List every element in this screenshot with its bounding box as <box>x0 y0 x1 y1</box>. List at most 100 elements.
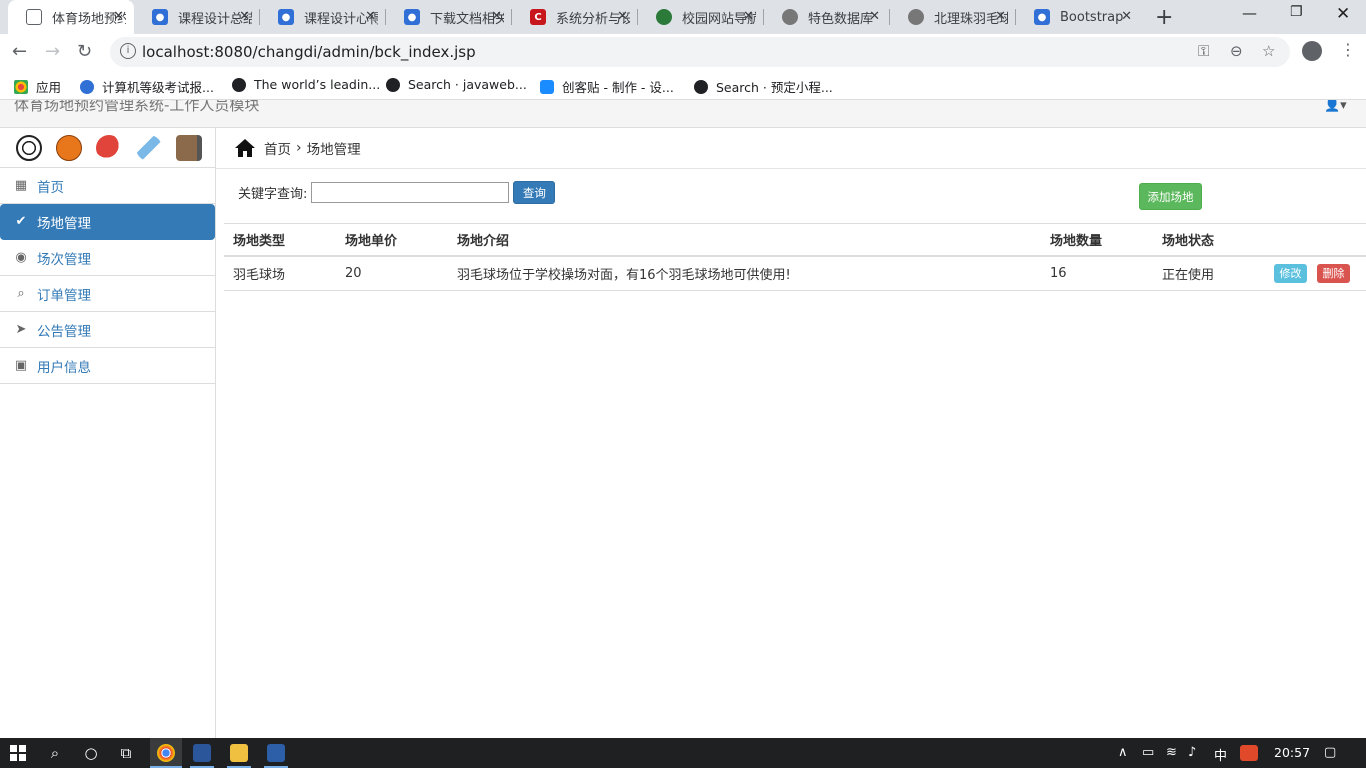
browser-tab[interactable]: 北理珠羽毛球 ✕ <box>890 0 1016 34</box>
user-dropdown-icon[interactable]: 👤▾ <box>1324 100 1347 113</box>
page-icon <box>26 9 42 25</box>
browser-tab-active[interactable]: 体育场地预约管理 ✕ <box>8 0 134 34</box>
sport-icons-row <box>0 128 215 168</box>
query-button[interactable]: 查询 <box>513 181 556 204</box>
browser-tab[interactable]: ● 下载文档相关 ✕ <box>386 0 512 34</box>
github-icon <box>694 79 708 94</box>
bookmark-item[interactable]: Search · 预定小程... <box>694 77 833 96</box>
eclipse-icon[interactable] <box>264 738 288 768</box>
sogou-icon[interactable] <box>1240 745 1258 761</box>
dashboard-icon: ▦ <box>14 177 28 193</box>
wps-icon[interactable] <box>190 738 214 768</box>
keyword-input[interactable] <box>311 182 510 203</box>
delete-button[interactable]: 删除 <box>1317 263 1350 283</box>
sidebar-item-user-info[interactable]: ▣ 用户信息 <box>0 348 215 384</box>
check-circle-icon: ◉ <box>15 249 27 265</box>
browser-tab[interactable]: C 系统分析与设计 ✕ <box>512 0 638 34</box>
close-icon[interactable]: ✕ <box>617 9 628 24</box>
sidebar-item-label: 首页 <box>37 179 64 196</box>
baidu-icon: ● <box>404 9 420 25</box>
send-icon: ➤ <box>15 321 27 337</box>
table-cell: 羽毛球场 <box>224 255 336 291</box>
browser-tab[interactable]: ● Bootstrap ✕ <box>1016 0 1142 34</box>
home-icon[interactable] <box>234 138 256 158</box>
wifi-icon[interactable]: ≋ <box>1166 745 1177 760</box>
back-icon[interactable]: ← <box>12 41 27 62</box>
notifications-icon[interactable]: ▢ <box>1324 745 1336 760</box>
close-icon[interactable]: ✕ <box>995 9 1006 24</box>
forward-icon[interactable]: → <box>45 41 60 62</box>
github-icon <box>386 77 400 92</box>
sidebar-item-order-management[interactable]: ⌕ 订单管理 <box>0 276 215 312</box>
close-icon[interactable]: ✕ <box>113 9 124 24</box>
reload-icon[interactable]: ↻ <box>77 41 92 62</box>
close-icon[interactable]: ✕ <box>869 9 880 24</box>
browser-tab[interactable]: 校园网站导航 ✕ <box>638 0 764 34</box>
row-actions: 修改 删除 <box>1265 255 1366 291</box>
bookmark-item[interactable]: The world’s leadin... <box>232 77 380 92</box>
table-header-row: 场地类型 场地单价 场地介绍 场地数量 场地状态 <box>224 223 1366 257</box>
more-menu-icon[interactable]: ⋮ <box>1340 40 1356 59</box>
battery-icon[interactable]: ▭ <box>1142 745 1154 760</box>
venue-table: 场地类型 场地单价 场地介绍 场地数量 场地状态 羽毛球场 20 羽毛球场位于学… <box>224 223 1366 291</box>
file-explorer-icon[interactable] <box>227 738 251 768</box>
cortana-icon[interactable]: ○ <box>80 738 102 768</box>
chrome-icon[interactable] <box>150 738 182 768</box>
baidu-icon <box>80 79 94 94</box>
bookmark-label: Search · javaweb... <box>408 77 527 92</box>
key-icon[interactable]: ⚿ <box>1198 42 1209 60</box>
chevron-up-icon[interactable]: ∧ <box>1118 745 1128 760</box>
sidebar-item-label: 场次管理 <box>37 251 91 268</box>
star-icon[interactable]: ☆ <box>1262 42 1275 60</box>
bookmark-item[interactable]: Search · javaweb... <box>386 77 527 92</box>
globe-icon <box>782 9 798 25</box>
user-info-icon: ▣ <box>14 357 28 373</box>
close-icon[interactable]: ✕ <box>491 9 502 24</box>
taskbar: ⌕ ○ ⧉ ∧ ▭ ≋ ♪ 中 20:57 ▢ <box>0 738 1366 768</box>
restore-icon[interactable]: ❐ <box>1290 4 1303 20</box>
bookmark-item[interactable]: 创客贴 - 制作 - 设... <box>540 77 674 96</box>
info-icon[interactable]: i <box>120 43 136 59</box>
clock[interactable]: 20:57 <box>1274 745 1310 760</box>
billiards-icon <box>176 134 202 161</box>
browser-tab[interactable]: ● 课程设计心得 ✕ <box>260 0 386 34</box>
volume-muted-icon[interactable]: ♪ <box>1188 745 1196 760</box>
close-icon[interactable]: ✕ <box>743 9 754 24</box>
edit-button[interactable]: 修改 <box>1274 263 1307 283</box>
address-bar[interactable]: i localhost:8080/changdi/admin/bck_index… <box>110 37 1290 67</box>
account-icon[interactable] <box>1302 41 1322 61</box>
breadcrumb-home[interactable]: 首页 <box>264 138 291 158</box>
close-icon[interactable]: ✕ <box>1121 9 1132 24</box>
column-header: 场地单价 <box>336 223 448 257</box>
column-header-actions <box>1265 223 1366 257</box>
football-icon <box>16 134 42 161</box>
ime-indicator[interactable]: 中 <box>1214 745 1227 764</box>
url-text[interactable]: localhost:8080/changdi/admin/bck_index.j… <box>142 43 476 61</box>
table-cell: 正在使用 <box>1153 255 1265 291</box>
bookmark-item[interactable]: 计算机等级考试报... <box>80 77 214 96</box>
sidebar-item-home[interactable]: ▦ 首页 <box>0 168 215 204</box>
chuangkit-icon <box>540 79 554 94</box>
close-window-icon[interactable]: ✕ <box>1336 4 1350 24</box>
table-row: 羽毛球场 20 羽毛球场位于学校操场对面，有16个羽毛球场地可供使用! 16 正… <box>224 255 1366 291</box>
minimize-icon[interactable]: — <box>1242 4 1257 22</box>
task-view-icon[interactable]: ⧉ <box>115 738 137 768</box>
browser-tab[interactable]: ● 课程设计总结 ✕ <box>134 0 260 34</box>
close-icon[interactable]: ✕ <box>239 9 250 24</box>
bookmark-apps[interactable]: 应用 <box>14 77 61 96</box>
windows-start-icon[interactable] <box>6 738 30 768</box>
add-venue-button[interactable]: 添加场地 <box>1139 183 1202 210</box>
baidu-icon: ● <box>278 9 294 25</box>
close-icon[interactable]: ✕ <box>365 9 376 24</box>
keyword-label: 关键字查询: <box>238 187 308 202</box>
browser-tab[interactable]: 特色数据库 ✕ <box>764 0 890 34</box>
sidebar-item-announcement-management[interactable]: ➤ 公告管理 <box>0 312 215 348</box>
zoom-icon[interactable]: ⊖ <box>1230 42 1243 60</box>
sidebar-item-session-management[interactable]: ◉ 场次管理 <box>0 240 215 276</box>
new-tab-button[interactable]: + <box>1155 5 1173 30</box>
bookmark-label: 计算机等级考试报... <box>102 80 214 95</box>
table-cell: 羽毛球场位于学校操场对面，有16个羽毛球场地可供使用! <box>448 255 1041 291</box>
sidebar-item-venue-management[interactable]: ✔ 场地管理 <box>0 204 215 240</box>
search-icon[interactable]: ⌕ <box>44 738 66 768</box>
app-title: 体育场地预约管理系统-工作人员模块 <box>14 100 260 114</box>
